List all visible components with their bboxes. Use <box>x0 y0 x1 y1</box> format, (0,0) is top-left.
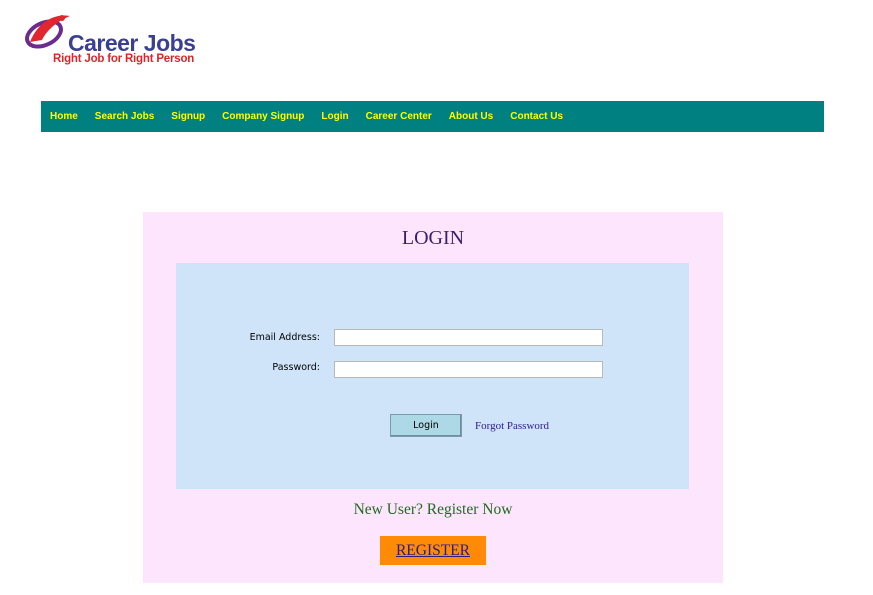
login-button[interactable]: Login <box>390 414 462 437</box>
nav-item-about-us[interactable]: About Us <box>449 111 493 122</box>
register-button[interactable]: REGISTER <box>380 536 486 565</box>
nav-item-search-jobs[interactable]: Search Jobs <box>95 111 154 122</box>
nav-item-company-signup[interactable]: Company Signup <box>222 111 304 122</box>
nav-item-career-center[interactable]: Career Center <box>366 111 432 122</box>
password-label: Password: <box>272 362 320 373</box>
login-form: Email Address: Password: Login Forgot Pa… <box>176 263 689 489</box>
nav-item-signup[interactable]: Signup <box>171 111 205 122</box>
forgot-password-link[interactable]: Forgot Password <box>475 420 549 432</box>
email-field[interactable] <box>334 329 603 346</box>
brand-tagline: Right Job for Right Person <box>53 53 195 65</box>
main-navigation: Home Search Jobs Signup Company Signup L… <box>41 101 824 132</box>
nav-item-contact-us[interactable]: Contact Us <box>510 111 563 122</box>
nav-item-home[interactable]: Home <box>50 111 78 122</box>
login-title: LOGIN <box>401 227 465 249</box>
site-logo[interactable]: Career Jobs Right Job for Right Person <box>22 10 222 70</box>
login-panel: LOGIN Email Address: Password: Login For… <box>143 212 723 583</box>
password-field[interactable] <box>334 361 603 378</box>
new-user-text: New User? Register Now <box>353 501 513 518</box>
nav-item-login[interactable]: Login <box>321 111 348 122</box>
email-label: Email Address: <box>249 332 320 343</box>
